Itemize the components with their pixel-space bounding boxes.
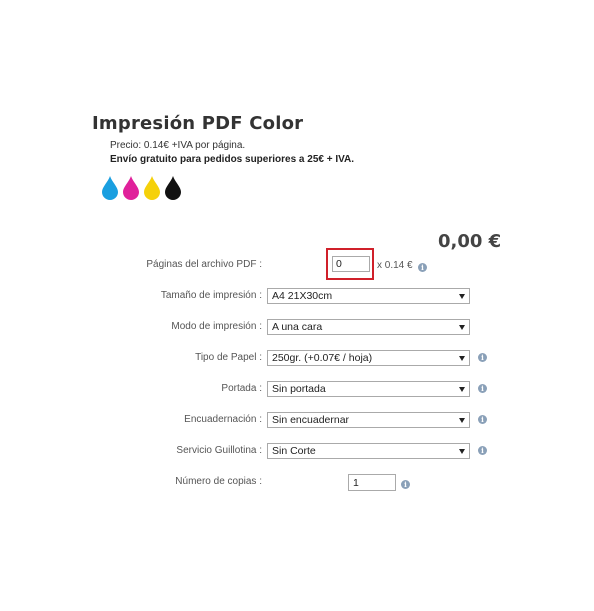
black-ink-drop-icon — [165, 176, 181, 200]
binding-label: Encuadernación : — [184, 414, 262, 425]
guillotine-select[interactable]: Sin Corte — [267, 443, 470, 459]
copies-input[interactable] — [348, 474, 396, 491]
guillotine-select-value: Sin Corte — [272, 445, 316, 457]
binding-select[interactable]: Sin encuadernar — [267, 412, 470, 428]
chevron-down-icon — [459, 356, 465, 361]
copies-info-icon[interactable]: i — [401, 480, 410, 489]
cover-label: Portada : — [221, 383, 262, 394]
copies-label: Número de copias : — [175, 476, 262, 487]
cover-select[interactable]: Sin portada — [267, 381, 470, 397]
size-select-value: A4 21X30cm — [272, 290, 333, 302]
pages-label: Páginas del archivo PDF : — [146, 259, 262, 270]
mode-label: Modo de impresión : — [171, 321, 262, 332]
total-price: 0,00 € — [438, 231, 502, 252]
pages-input-highlight — [326, 248, 374, 280]
yellow-ink-drop-icon — [144, 176, 160, 200]
chevron-down-icon — [459, 418, 465, 423]
size-label: Tamaño de impresión : — [160, 290, 262, 301]
chevron-down-icon — [459, 449, 465, 454]
mode-select[interactable]: A una cara — [267, 319, 470, 335]
binding-select-value: Sin encuadernar — [272, 414, 350, 426]
chevron-down-icon — [459, 325, 465, 330]
guillotine-info-icon[interactable]: i — [478, 446, 487, 455]
product-title: Impresión PDF Color — [92, 113, 304, 134]
cyan-ink-drop-icon — [102, 176, 118, 200]
paper-select-value: 250gr. (+0.07€ / hoja) — [272, 352, 373, 364]
cover-select-value: Sin portada — [272, 383, 326, 395]
pages-input[interactable] — [332, 256, 370, 272]
guillotine-label: Servicio Guillotina : — [176, 445, 262, 456]
paper-select[interactable]: 250gr. (+0.07€ / hoja) — [267, 350, 470, 366]
price-line: Precio: 0.14€ +IVA por página. — [110, 140, 246, 151]
cover-info-icon[interactable]: i — [478, 384, 487, 393]
unit-price: x 0.14 € — [377, 260, 413, 271]
size-select[interactable]: A4 21X30cm — [267, 288, 470, 304]
magenta-ink-drop-icon — [123, 176, 139, 200]
pages-info-icon[interactable]: i — [418, 263, 427, 272]
shipping-line: Envío gratuito para pedidos superiores a… — [110, 154, 355, 165]
chevron-down-icon — [459, 294, 465, 299]
binding-info-icon[interactable]: i — [478, 415, 487, 424]
paper-label: Tipo de Papel : — [195, 352, 262, 363]
chevron-down-icon — [459, 387, 465, 392]
paper-info-icon[interactable]: i — [478, 353, 487, 362]
mode-select-value: A una cara — [272, 321, 323, 333]
ink-drops — [102, 176, 181, 200]
